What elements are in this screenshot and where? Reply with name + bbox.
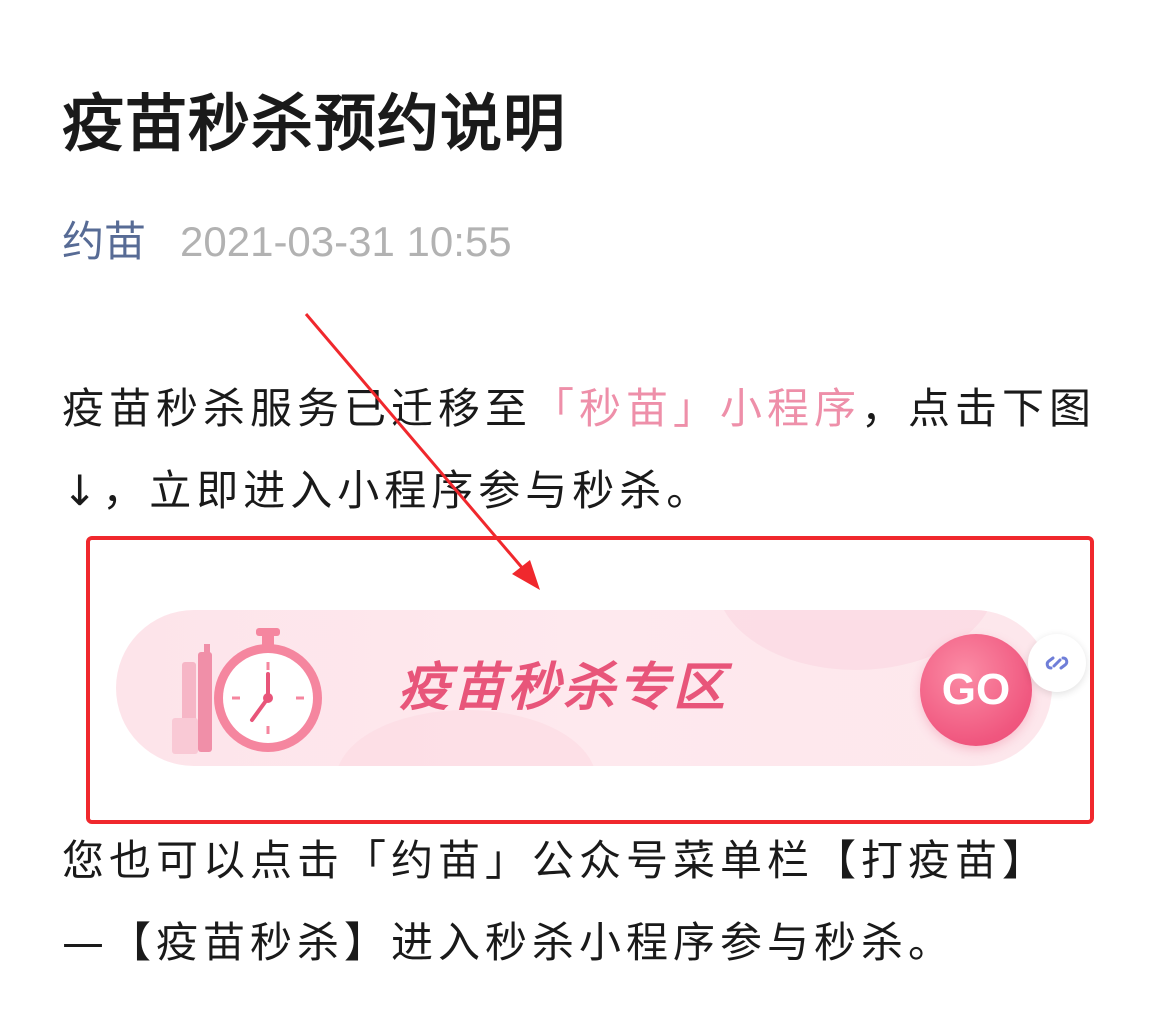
intro-paragraph: 疫苗秒杀服务已迁移至「秒苗」小程序，点击下图↓，立即进入小程序参与秒杀。 (62, 368, 1112, 532)
article-meta: 约苗 2021-03-31 10:55 (62, 212, 512, 272)
author-link[interactable]: 约苗 (62, 217, 146, 266)
publish-time: 2021-03-31 10:55 (180, 218, 512, 265)
intro-text-prefix: 疫苗秒杀服务已迁移至 (62, 384, 533, 433)
annotation-highlight-box (86, 536, 1094, 824)
alternative-instruction-paragraph: 您也可以点击「约苗」公众号菜单栏【打疫苗】—【疫苗秒杀】进入秒杀小程序参与秒杀。 (62, 836, 1050, 967)
miaomiao-mini-program-link[interactable]: 「秒苗」小程序 (532, 384, 861, 433)
article-title: 疫苗秒杀预约说明 (62, 87, 567, 160)
